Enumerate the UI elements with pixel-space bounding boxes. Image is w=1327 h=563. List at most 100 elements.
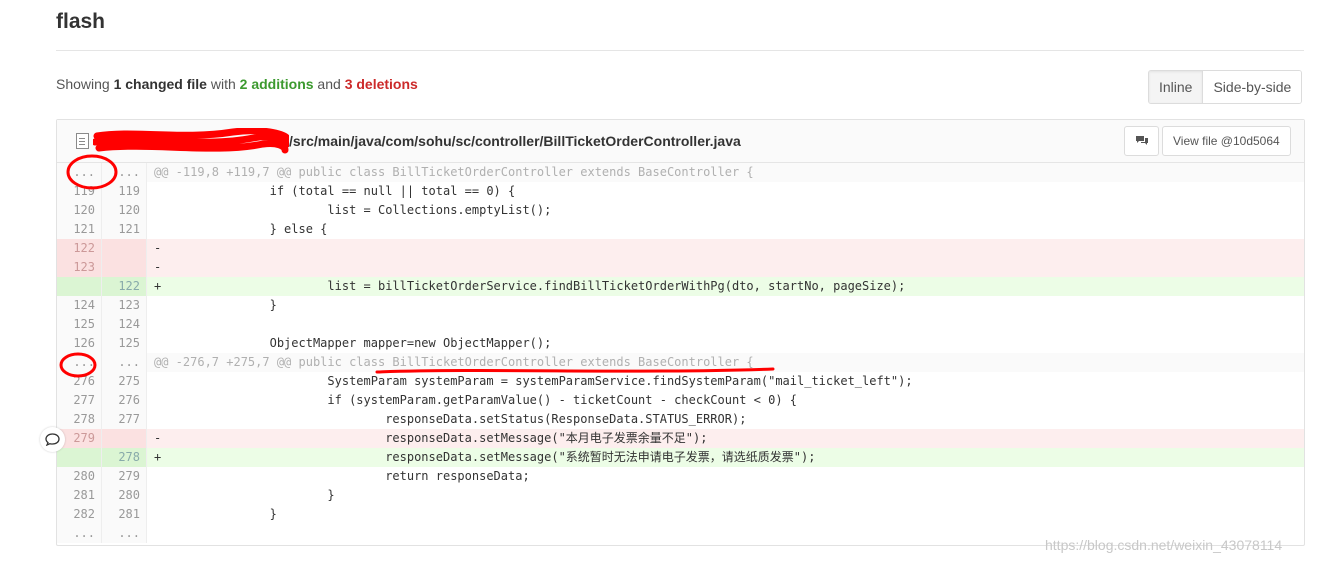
diff-line-ctx: 282 281 } <box>57 505 1304 524</box>
summary-deletions: 3 deletions <box>344 76 418 92</box>
code-line: + responseData.setMessage("系统暂时无法申请电子发票，… <box>147 448 1304 467</box>
new-line-number[interactable]: 122 <box>102 277 147 296</box>
code-line: } <box>154 488 335 502</box>
code-line: @@ -276,7 +275,7 @@ public class BillTic… <box>147 353 1304 372</box>
code-line: } else { <box>154 222 328 236</box>
code-line: return responseData; <box>154 469 530 483</box>
code-line: } <box>154 298 277 312</box>
page-title: flash <box>56 10 106 33</box>
inline-view-button[interactable]: Inline <box>1149 71 1204 103</box>
diff-line-ctx: 277 276 if (systemParam.getParamValue() -… <box>57 391 1304 410</box>
diff-line-del: 123 - <box>57 258 1304 277</box>
watermark: https://blog.csdn.net/weixin_43078114 <box>1045 537 1283 553</box>
diff-line-add: 278 + responseData.setMessage("系统暂时无法申请电子… <box>57 448 1304 467</box>
diff-line-ctx: 280 279 return responseData; <box>57 467 1304 486</box>
old-line-number[interactable]: 282 <box>57 505 102 524</box>
old-line-number[interactable]: 125 <box>57 315 102 334</box>
file-header: /src/main/java/com/sohu/sc/controller/Bi… <box>57 120 1304 163</box>
diff-line-ctx: 278 277 responseData.setStatus(ResponseDa… <box>57 410 1304 429</box>
diff-line-ctx: 276 275 SystemParam systemParam = systemP… <box>57 372 1304 391</box>
diff-line-ctx: 120 120 list = Collections.emptyList(); <box>57 201 1304 220</box>
view-file-button[interactable]: View file @10d5064 <box>1162 126 1291 156</box>
diff-line-del: 279- responseData.setMessage("本月电子发票余量不足… <box>57 429 1304 448</box>
diff-line-add: 122 + list = billTicketOrderService.findB… <box>57 277 1304 296</box>
code-line: responseData.setStatus(ResponseData.STAT… <box>154 412 747 426</box>
diff-line-match: ...... @@ -119,8 +119,7 @@ public class B… <box>57 163 1304 182</box>
new-line-number[interactable]: 123 <box>102 296 147 315</box>
code-line: ObjectMapper mapper=new ObjectMapper(); <box>154 336 552 350</box>
view-toggle: Inline Side-by-side <box>1148 70 1303 104</box>
old-line-number[interactable]: ... <box>57 524 102 543</box>
code-line: - <box>147 258 1304 277</box>
file-path[interactable]: /src/main/java/com/sohu/sc/controller/Bi… <box>289 133 741 149</box>
code-line: if (systemParam.getParamValue() - ticket… <box>154 393 797 407</box>
title-divider <box>56 50 1304 51</box>
add-comment-button[interactable] <box>40 427 65 452</box>
old-line-number[interactable]: 280 <box>57 467 102 486</box>
old-line-number[interactable]: ... <box>57 163 102 182</box>
diff-line-match: ...... @@ -276,7 +275,7 @@ public class B… <box>57 353 1304 372</box>
old-line-number[interactable]: 276 <box>57 372 102 391</box>
diff-summary: Showing 1 changed file with 2 additions … <box>56 76 418 92</box>
old-line-number <box>57 277 102 296</box>
diff-line-del: 122 - <box>57 239 1304 258</box>
summary-with: with <box>206 76 240 92</box>
old-line-number[interactable]: 124 <box>57 296 102 315</box>
new-line-number[interactable]: 119 <box>102 182 147 201</box>
code-line: - responseData.setMessage("本月电子发票余量不足"); <box>147 429 1304 448</box>
file-icon <box>76 133 89 149</box>
new-line-number[interactable]: 125 <box>102 334 147 353</box>
old-line-number[interactable]: 119 <box>57 182 102 201</box>
comment-icon <box>1135 136 1148 145</box>
redaction-scribble <box>93 128 289 154</box>
new-line-number <box>102 429 147 448</box>
new-line-number[interactable]: 279 <box>102 467 147 486</box>
summary-and: and <box>313 76 345 92</box>
old-line-number[interactable]: ... <box>57 353 102 372</box>
new-line-number[interactable]: ... <box>102 524 147 543</box>
code-line: if (total == null || total == 0) { <box>154 184 516 198</box>
old-line-number[interactable]: 123 <box>57 258 102 277</box>
diff-line-ctx: 121 121 } else { <box>57 220 1304 239</box>
new-line-number[interactable]: 120 <box>102 201 147 220</box>
toggle-comments-button[interactable] <box>1124 126 1159 156</box>
diff-file: /src/main/java/com/sohu/sc/controller/Bi… <box>56 119 1305 546</box>
new-line-number <box>102 239 147 258</box>
old-line-number <box>57 448 102 467</box>
diff-line-ctx: 126 125 ObjectMapper mapper=new ObjectMap… <box>57 334 1304 353</box>
code-line: } <box>154 507 277 521</box>
diff-lines: ...... @@ -119,8 +119,7 @@ public class B… <box>57 163 1304 543</box>
new-line-number[interactable]: ... <box>102 353 147 372</box>
diff-line-ctx: 124 123 } <box>57 296 1304 315</box>
code-line: + list = billTicketOrderService.findBill… <box>147 277 1304 296</box>
old-line-number[interactable]: 277 <box>57 391 102 410</box>
code-line: list = Collections.emptyList(); <box>154 203 552 217</box>
summary-additions: 2 additions <box>239 76 314 92</box>
old-line-number[interactable]: 121 <box>57 220 102 239</box>
old-line-number[interactable]: 281 <box>57 486 102 505</box>
new-line-number[interactable]: 275 <box>102 372 147 391</box>
code-line: - <box>147 239 1304 258</box>
new-line-number[interactable]: 276 <box>102 391 147 410</box>
side-by-side-view-button[interactable]: Side-by-side <box>1203 71 1302 103</box>
new-line-number[interactable]: 124 <box>102 315 147 334</box>
code-line: @@ -119,8 +119,7 @@ public class BillTic… <box>147 163 1304 182</box>
code-line: SystemParam systemParam = systemParamSer… <box>154 374 913 388</box>
new-line-number[interactable]: 281 <box>102 505 147 524</box>
summary-changed: 1 changed file <box>113 76 207 92</box>
new-line-number[interactable]: 280 <box>102 486 147 505</box>
new-line-number[interactable]: 278 <box>102 448 147 467</box>
diff-line-ctx: 125 124 <box>57 315 1304 334</box>
diff-line-ctx: 119 119 if (total == null || total == 0) … <box>57 182 1304 201</box>
old-line-number[interactable]: 278 <box>57 410 102 429</box>
old-line-number[interactable]: 126 <box>57 334 102 353</box>
new-line-number[interactable]: ... <box>102 163 147 182</box>
diff-line-ctx: 281 280 } <box>57 486 1304 505</box>
new-line-number[interactable]: 277 <box>102 410 147 429</box>
comment-icon <box>45 433 60 446</box>
new-line-number[interactable]: 121 <box>102 220 147 239</box>
summary-prefix: Showing <box>56 76 114 92</box>
old-line-number[interactable]: 122 <box>57 239 102 258</box>
old-line-number[interactable]: 120 <box>57 201 102 220</box>
